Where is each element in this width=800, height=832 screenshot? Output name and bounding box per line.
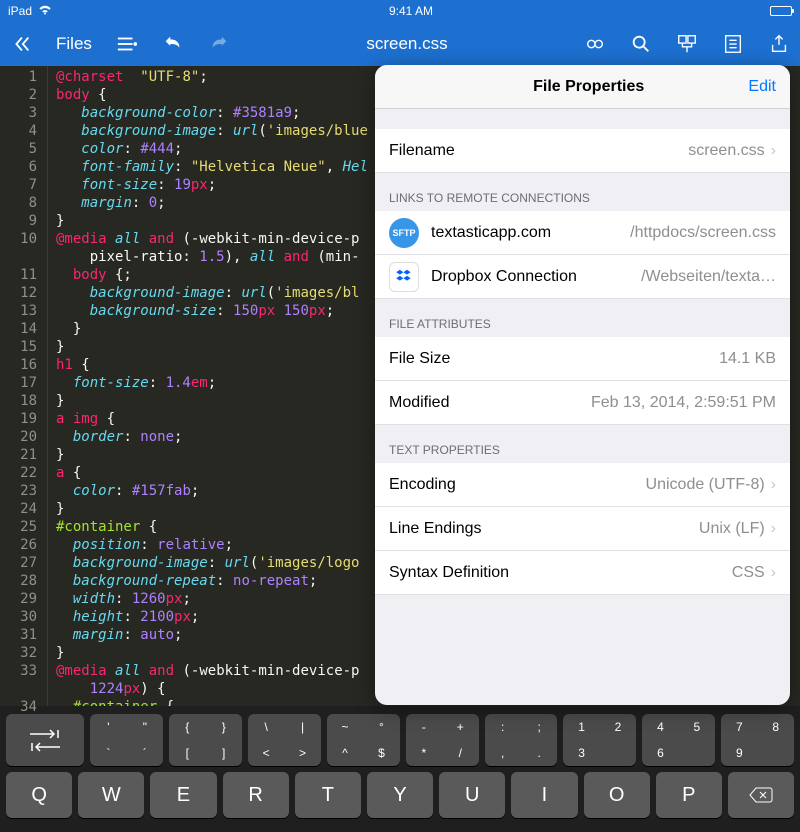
properties-button[interactable] bbox=[722, 33, 744, 55]
undo-button[interactable] bbox=[162, 33, 184, 55]
files-button[interactable]: Files bbox=[56, 34, 92, 54]
modified-value: Feb 13, 2014, 2:59:51 PM bbox=[449, 394, 776, 412]
status-bar: iPad 9:41 AM bbox=[0, 0, 800, 22]
letter-key-t[interactable]: T bbox=[295, 772, 361, 818]
connection-row-sftp[interactable]: SFTP textasticapp.com /httpdocs/screen.c… bbox=[375, 211, 790, 255]
file-properties-popover: File Properties Edit Filename screen.css… bbox=[375, 65, 790, 705]
encoding-label: Encoding bbox=[389, 476, 456, 494]
letter-key-r[interactable]: R bbox=[223, 772, 289, 818]
letter-key-o[interactable]: O bbox=[584, 772, 650, 818]
lineendings-value: Unix (LF) bbox=[482, 520, 765, 538]
filename-label: Filename bbox=[389, 142, 455, 160]
symbol-key[interactable]: 456 bbox=[642, 714, 715, 766]
letter-key-p[interactable]: P bbox=[656, 772, 722, 818]
menu-button[interactable] bbox=[10, 33, 32, 55]
symbol-key[interactable]: {}[] bbox=[169, 714, 242, 766]
letter-key-w[interactable]: W bbox=[78, 772, 144, 818]
lineendings-label: Line Endings bbox=[389, 520, 482, 538]
symbol-key[interactable]: 789 bbox=[721, 714, 794, 766]
symbol-key[interactable]: 123 bbox=[563, 714, 636, 766]
filename-row[interactable]: Filename screen.css › bbox=[375, 129, 790, 173]
line-gutter: 12345678910 1112131415161718192021222324… bbox=[0, 66, 48, 706]
connection-name: textasticapp.com bbox=[431, 224, 551, 242]
syntax-row[interactable]: Syntax Definition CSS › bbox=[375, 551, 790, 595]
syntax-value: CSS bbox=[509, 564, 765, 582]
connection-name: Dropbox Connection bbox=[431, 268, 577, 286]
filesize-value: 14.1 KB bbox=[450, 350, 776, 368]
letter-key-u[interactable]: U bbox=[439, 772, 505, 818]
chevron-right-icon: › bbox=[771, 476, 776, 494]
share-button[interactable] bbox=[768, 33, 790, 55]
text-section-header: TEXT PROPERTIES bbox=[375, 425, 790, 463]
encoding-value: Unicode (UTF-8) bbox=[456, 476, 765, 494]
modified-row: Modified Feb 13, 2014, 2:59:51 PM bbox=[375, 381, 790, 425]
lineendings-row[interactable]: Line Endings Unix (LF) › bbox=[375, 507, 790, 551]
symbol-key[interactable]: :;,. bbox=[485, 714, 558, 766]
preview-button[interactable] bbox=[584, 33, 606, 55]
list-toggle-button[interactable] bbox=[116, 33, 138, 55]
redo-button[interactable] bbox=[208, 33, 230, 55]
symbol-key[interactable]: -+*/ bbox=[406, 714, 479, 766]
links-section-header: LINKS TO REMOTE CONNECTIONS bbox=[375, 173, 790, 211]
connection-path: /Webseiten/texta… bbox=[577, 268, 776, 286]
filesize-row: File Size 14.1 KB bbox=[375, 337, 790, 381]
letter-key-y[interactable]: Y bbox=[367, 772, 433, 818]
toolbar: Files screen.css bbox=[0, 22, 800, 66]
popover-header: File Properties Edit bbox=[375, 65, 790, 109]
connection-path: /httpdocs/screen.css bbox=[551, 224, 776, 242]
wifi-icon bbox=[38, 4, 52, 18]
device-label: iPad bbox=[8, 4, 32, 18]
chevron-right-icon: › bbox=[771, 520, 776, 538]
popover-title: File Properties bbox=[429, 78, 748, 96]
dropbox-icon bbox=[389, 262, 419, 292]
battery-icon bbox=[770, 6, 792, 16]
edit-button[interactable]: Edit bbox=[748, 78, 776, 96]
connection-row-dropbox[interactable]: Dropbox Connection /Webseiten/texta… bbox=[375, 255, 790, 299]
sftp-icon: SFTP bbox=[389, 218, 419, 248]
letter-key-q[interactable]: Q bbox=[6, 772, 72, 818]
symbol-key[interactable]: ~°^$ bbox=[327, 714, 400, 766]
tab-key[interactable] bbox=[6, 714, 84, 766]
symbol-key[interactable]: \|<> bbox=[248, 714, 321, 766]
search-button[interactable] bbox=[630, 33, 652, 55]
document-title: screen.css bbox=[366, 34, 447, 54]
encoding-row[interactable]: Encoding Unicode (UTF-8) › bbox=[375, 463, 790, 507]
modified-label: Modified bbox=[389, 394, 449, 412]
attributes-section-header: FILE ATTRIBUTES bbox=[375, 299, 790, 337]
symbol-key[interactable]: '"`´ bbox=[90, 714, 163, 766]
filesize-label: File Size bbox=[389, 350, 450, 368]
clock: 9:41 AM bbox=[389, 4, 433, 18]
keyboard: '"`´{}[]\|<>~°^$-+*/:;,.123456789 QWERTY… bbox=[0, 706, 800, 832]
letter-key-i[interactable]: I bbox=[511, 772, 577, 818]
filename-value: screen.css bbox=[455, 142, 765, 160]
syntax-label: Syntax Definition bbox=[389, 564, 509, 582]
symbols-button[interactable] bbox=[676, 33, 698, 55]
backspace-key[interactable] bbox=[728, 772, 794, 818]
chevron-right-icon: › bbox=[771, 142, 776, 160]
letter-key-e[interactable]: E bbox=[150, 772, 216, 818]
chevron-right-icon: › bbox=[771, 564, 776, 582]
